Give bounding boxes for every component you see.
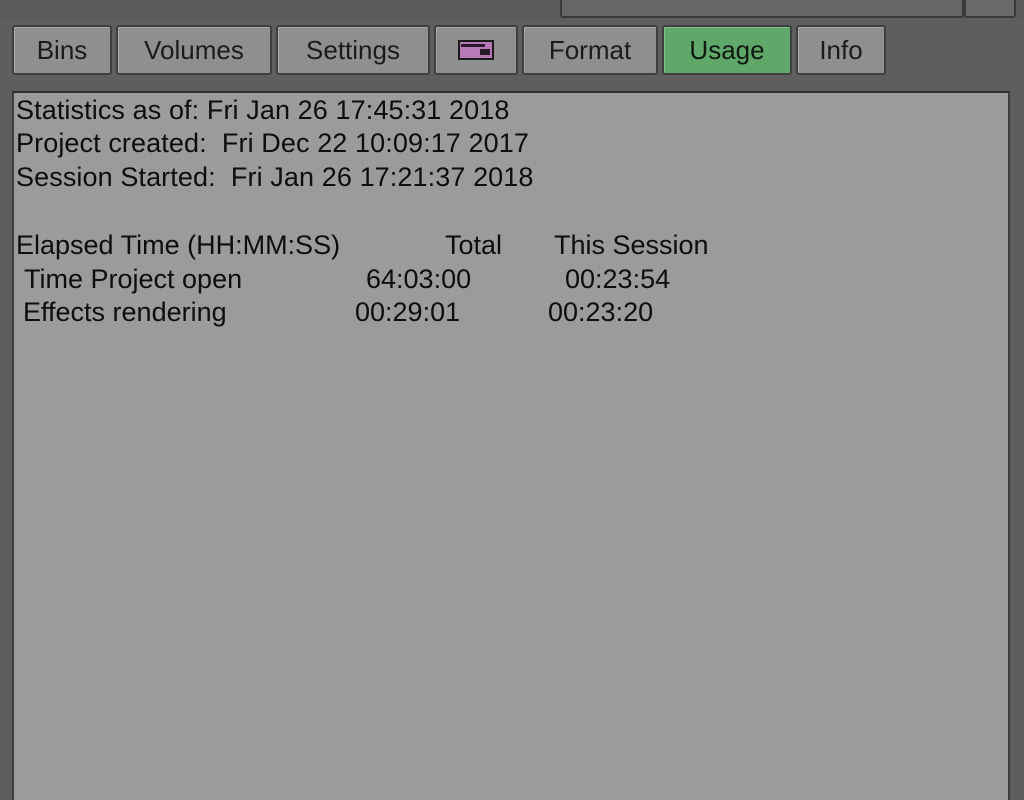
tab-format[interactable]: Format (522, 25, 658, 75)
title-button[interactable] (964, 0, 1016, 18)
tab-volumes[interactable]: Volumes (116, 25, 272, 75)
session-started: Session Started: Fri Jan 26 17:21:37 201… (16, 162, 534, 192)
row-label: Time Project open (24, 264, 243, 294)
title-field[interactable] (560, 0, 964, 18)
row-total: 64:03:00 (366, 264, 472, 294)
usage-panel: Statistics as of: Fri Jan 26 17:45:31 20… (12, 91, 1010, 800)
elapsed-header-session: This Session (554, 230, 709, 260)
row-label: Effects rendering (23, 297, 227, 327)
tab-bar: Bins Volumes Settings Format Usage Info (12, 25, 890, 77)
statistics-as-of: Statistics as of: Fri Jan 26 17:45:31 20… (16, 95, 510, 125)
title-bar (0, 0, 1024, 18)
film-strip-icon (458, 40, 494, 61)
project-window: Bins Volumes Settings Format Usage Info … (0, 0, 1024, 800)
tab-usage[interactable]: Usage (662, 25, 792, 75)
elapsed-header-label: Elapsed Time (HH:MM:SS) (16, 230, 341, 260)
row-total: 00:29:01 (355, 297, 461, 327)
tab-settings[interactable]: Settings (276, 25, 430, 75)
tab-bins[interactable]: Bins (12, 25, 112, 75)
project-created: Project created: Fri Dec 22 10:09:17 201… (16, 128, 529, 158)
tab-info[interactable]: Info (796, 25, 886, 75)
row-session: 00:23:54 (565, 264, 671, 294)
tab-effects-palette[interactable] (434, 25, 518, 75)
elapsed-header-total: Total (445, 230, 503, 260)
row-session: 00:23:20 (548, 297, 654, 327)
